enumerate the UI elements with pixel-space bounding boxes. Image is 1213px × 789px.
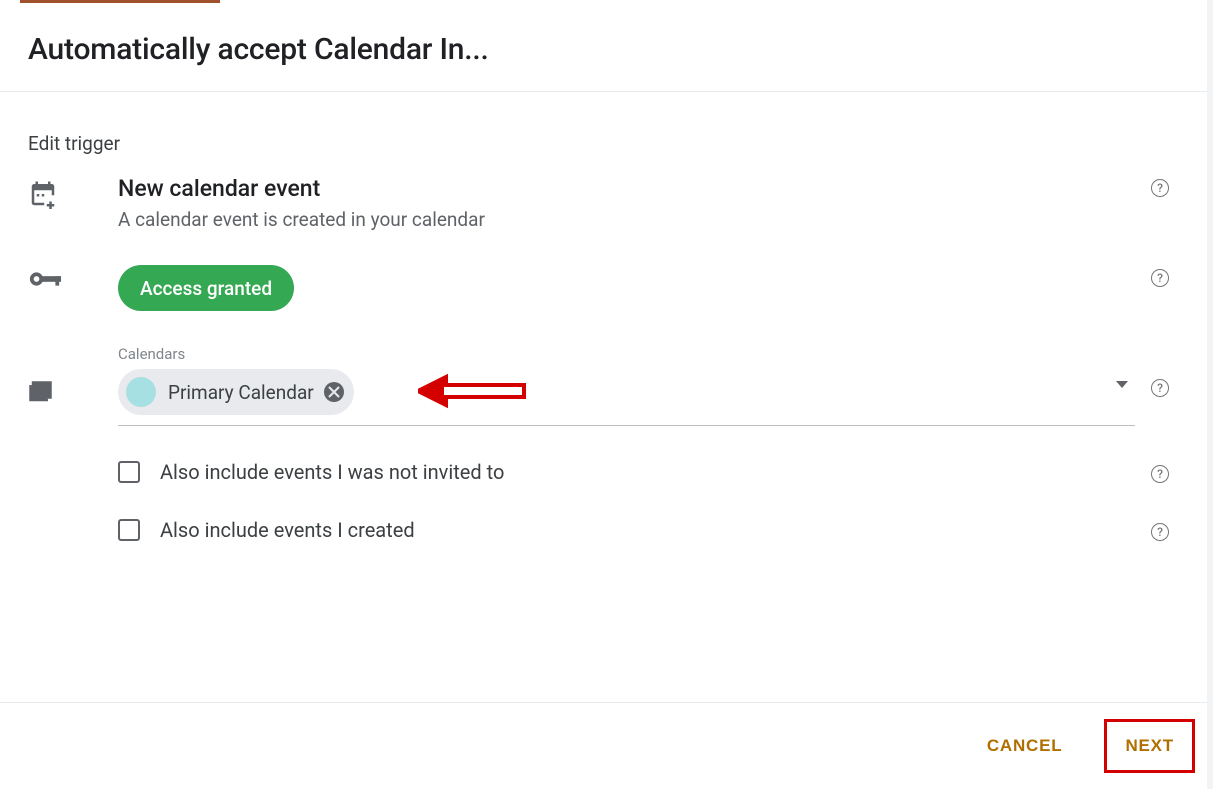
dialog-content: New calendar event A calendar event is c… bbox=[0, 175, 1213, 542]
help-icon[interactable]: ? bbox=[1151, 465, 1169, 483]
dialog: Automatically accept Calendar In... Edit… bbox=[0, 3, 1213, 542]
help-icon[interactable]: ? bbox=[1151, 269, 1169, 287]
access-granted-badge[interactable]: Access granted bbox=[118, 265, 294, 311]
calendar-add-icon bbox=[28, 175, 118, 209]
annotation-arrow bbox=[418, 373, 528, 413]
calendar-chip: Primary Calendar bbox=[118, 369, 354, 415]
cancel-button[interactable]: CANCEL bbox=[977, 726, 1073, 766]
next-button[interactable]: NEXT bbox=[1115, 726, 1184, 766]
option-not-invited-row: Also include events I was not invited to… bbox=[28, 460, 1185, 484]
trigger-row: New calendar event A calendar event is c… bbox=[28, 175, 1185, 231]
section-heading: Edit trigger bbox=[0, 92, 1213, 175]
spacer bbox=[28, 528, 118, 532]
access-row: Access granted ? bbox=[28, 265, 1185, 311]
checkbox-created-label: Also include events I created bbox=[160, 518, 415, 542]
dialog-footer: CANCEL NEXT bbox=[0, 702, 1213, 789]
scroll-track bbox=[1207, 0, 1213, 789]
dialog-header: Automatically accept Calendar In... bbox=[0, 4, 1213, 92]
trigger-title: New calendar event bbox=[118, 175, 1135, 202]
calendars-label: Calendars bbox=[118, 345, 1135, 363]
help-icon[interactable]: ? bbox=[1151, 379, 1169, 397]
checkbox-created[interactable] bbox=[118, 519, 140, 541]
checkbox-not-invited-label: Also include events I was not invited to bbox=[160, 460, 504, 484]
calendars-icon bbox=[28, 345, 118, 405]
remove-chip-icon[interactable] bbox=[324, 382, 344, 402]
help-icon[interactable]: ? bbox=[1151, 179, 1169, 197]
help-icon[interactable]: ? bbox=[1151, 523, 1169, 541]
annotation-next-highlight: NEXT bbox=[1104, 719, 1195, 773]
calendars-select[interactable]: Primary Calendar bbox=[118, 369, 1135, 426]
chevron-down-icon[interactable] bbox=[1115, 375, 1129, 394]
spacer bbox=[28, 470, 118, 474]
key-icon bbox=[28, 265, 118, 289]
option-created-row: Also include events I created ? bbox=[28, 518, 1185, 542]
dialog-title: Automatically accept Calendar In... bbox=[28, 32, 1185, 67]
calendar-color-swatch bbox=[126, 377, 156, 407]
trigger-subtitle: A calendar event is created in your cale… bbox=[118, 208, 1135, 231]
calendar-chip-label: Primary Calendar bbox=[168, 381, 314, 404]
calendars-row: Calendars Primary Calendar bbox=[28, 345, 1185, 426]
checkbox-not-invited[interactable] bbox=[118, 461, 140, 483]
